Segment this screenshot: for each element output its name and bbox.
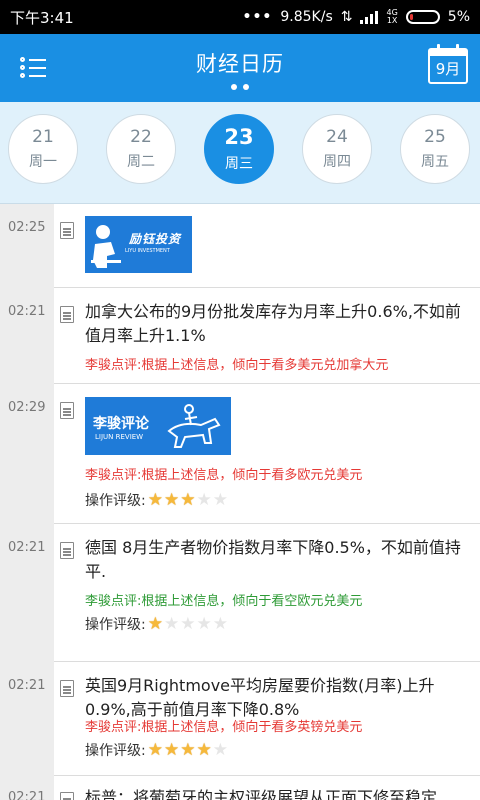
feed-item[interactable]: 02:25 励钰投资 LIYU INVESTMENT [0,204,480,288]
rating-stars: ★ ★ ★ ★ ★ [147,489,228,510]
horse-rider-graphic [167,404,221,448]
item-headline: 英国9月Rightmove平均房屋要价指数(月率)上升0.9%,高于前值月率下降… [85,676,435,719]
operation-rating: 操作评级: ★ ★ ★ ★ ★ [85,490,228,510]
calendar-icon[interactable]: 9月 [428,44,468,84]
star-icon: ★ [163,739,180,760]
status-bar: 下午3:41 ••• 9.85K/s ⇅ 4G 1X 5% [0,0,480,34]
document-icon [60,680,74,697]
network-type: 4G 1X [386,9,397,25]
signal-icon [360,10,379,24]
operation-rating: 操作评级: ★ ★ ★ ★ ★ [85,740,228,760]
network-sub-label: 1X [386,16,398,25]
day-weekday: 周五 [421,154,449,170]
item-headline: 德国 8月生产者物价指数月率下降0.5%，不如前值持平. [85,538,461,581]
feed-item[interactable]: 02:21 加拿大公布的9月份批发库存为月率上升0.6%,不如前值月率上升1.1… [0,288,480,384]
item-comment: 李骏点评:根据上述信息，倾向于看多美元兑加拿大元 [85,358,389,373]
star-icon: ★ [212,613,228,634]
star-icon: ★ [196,613,212,634]
item-time: 02:21 [8,790,46,800]
item-headline: 加拿大公布的9月份批发库存为月率上升0.6%,不如前值月率上升1.1% [85,302,461,345]
app-header: 财经日历 9月 [0,34,480,102]
item-comment: 李骏点评:根据上述信息，倾向于看多英镑兑美元 [85,720,363,735]
feed-item[interactable]: 02:21 德国 8月生产者物价指数月率下降0.5%，不如前值持平. 李骏点评:… [0,524,480,662]
feed-item[interactable]: 02:21 英国9月Rightmove平均房屋要价指数(月率)上升0.9%,高于… [0,662,480,776]
item-comment: 李骏点评:根据上述信息，倾向于看空欧元兑美元 [85,594,363,609]
item-time: 02:21 [8,304,46,319]
star-icon: ★ [212,489,228,510]
document-icon [60,542,74,559]
day-weekday: 周二 [127,154,155,170]
document-icon [60,792,74,800]
star-icon: ★ [196,739,212,760]
document-icon [60,402,74,419]
document-icon [60,222,74,239]
rating-label: 操作评级: [85,743,146,759]
day-number: 24 [326,127,348,147]
rating-label: 操作评级: [85,617,146,633]
lijun-review-logo: 李骏评论 LIJUN REVIEW [85,397,231,455]
liyu-investment-logo: 励钰投资 LIYU INVESTMENT [85,216,192,273]
item-time: 02:21 [8,678,46,693]
battery-icon [405,10,440,24]
more-notifications-icon: ••• [242,9,273,25]
day-weekday: 周四 [323,154,351,170]
star-icon: ★ [163,489,180,510]
item-time: 02:29 [8,400,46,415]
rating-label: 操作评级: [85,493,146,509]
item-comment: 李骏点评:根据上述信息，倾向于看多欧元兑美元 [85,468,363,483]
logo-text: 励钰投资 [129,232,182,246]
page-indicator [0,84,480,90]
document-icon [60,306,74,323]
star-icon: ★ [147,489,163,510]
feed-item[interactable]: 02:21 标普：将葡萄牙的主权评级展望从正面下修至稳定 [0,776,480,800]
page-title: 财经日历 [196,52,284,76]
operation-rating: 操作评级: ★ ★ ★ ★ ★ [85,614,228,634]
item-time: 02:21 [8,540,46,555]
day-number: 21 [32,127,54,147]
rating-stars: ★ ★ ★ ★ ★ [147,613,228,634]
battery-percent: 5% [447,9,470,25]
day-number: 23 [224,125,254,149]
item-headline: 标普：将葡萄牙的主权评级展望从正面下修至稳定 [85,788,438,800]
star-icon: ★ [212,739,228,760]
star-icon: ★ [180,613,196,634]
day-selector: 21 周一 22 周二 23 周三 24 周四 25 周五 [0,102,480,204]
data-arrows-icon: ⇅ [340,9,353,25]
rating-stars: ★ ★ ★ ★ ★ [147,739,228,760]
item-time: 02:25 [8,220,46,235]
star-icon: ★ [196,489,212,510]
day-number: 22 [130,127,152,147]
day-tab-24[interactable]: 24 周四 [302,114,372,184]
day-tab-25[interactable]: 25 周五 [400,114,470,184]
network-speed: 9.85K/s [280,9,333,25]
day-tab-22[interactable]: 22 周二 [106,114,176,184]
feed-item[interactable]: 02:29 李骏评论 LIJUN REVIEW 李骏点评:根据上述信息，倾向于看… [0,384,480,524]
star-icon: ★ [180,489,196,510]
calendar-month-label: 9月 [435,60,461,78]
star-icon: ★ [180,739,196,760]
day-tab-23[interactable]: 23 周三 [204,114,274,184]
day-tab-21[interactable]: 21 周一 [8,114,78,184]
day-weekday: 周三 [225,156,253,172]
day-weekday: 周一 [29,154,57,170]
star-icon: ★ [147,613,163,634]
star-icon: ★ [163,613,180,634]
logo-subtext: LIYU INVESTMENT [125,248,170,254]
status-time: 下午3:41 [10,8,74,27]
day-number: 25 [424,127,446,147]
star-icon: ★ [147,739,163,760]
